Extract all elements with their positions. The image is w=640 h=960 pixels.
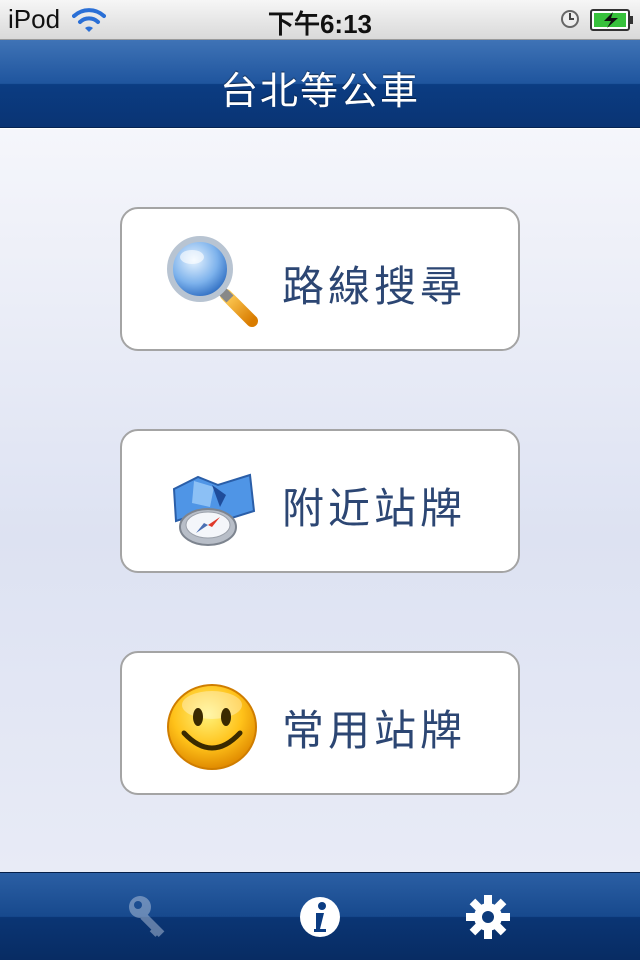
status-bar: iPod 下午6:13 bbox=[0, 0, 640, 40]
nearby-stops-button[interactable]: 附近站牌 bbox=[120, 429, 520, 573]
gear-icon[interactable] bbox=[462, 891, 514, 943]
battery-charging-icon bbox=[590, 9, 633, 31]
key-icon[interactable] bbox=[124, 891, 176, 943]
page-title: 台北等公車 bbox=[219, 69, 420, 113]
favorite-stops-button[interactable]: 常用站牌 bbox=[120, 651, 520, 795]
smiley-icon bbox=[167, 684, 257, 770]
favorite-stops-label: 常用站牌 bbox=[282, 706, 467, 755]
clock-icon bbox=[561, 10, 579, 28]
status-time: 下午6:13 bbox=[267, 9, 373, 39]
navigation-bar: 台北等公車 bbox=[0, 40, 640, 128]
map-compass-icon bbox=[172, 473, 256, 546]
route-search-label: 路線搜尋 bbox=[282, 262, 467, 311]
magnifier-icon bbox=[167, 236, 258, 327]
info-icon[interactable] bbox=[294, 891, 346, 943]
route-search-button[interactable]: 路線搜尋 bbox=[120, 207, 520, 351]
main-menu: 路線搜尋 附近站牌 常用站牌 bbox=[0, 129, 640, 872]
nearby-stops-label: 附近站牌 bbox=[282, 484, 467, 533]
tab-bar bbox=[0, 872, 640, 960]
